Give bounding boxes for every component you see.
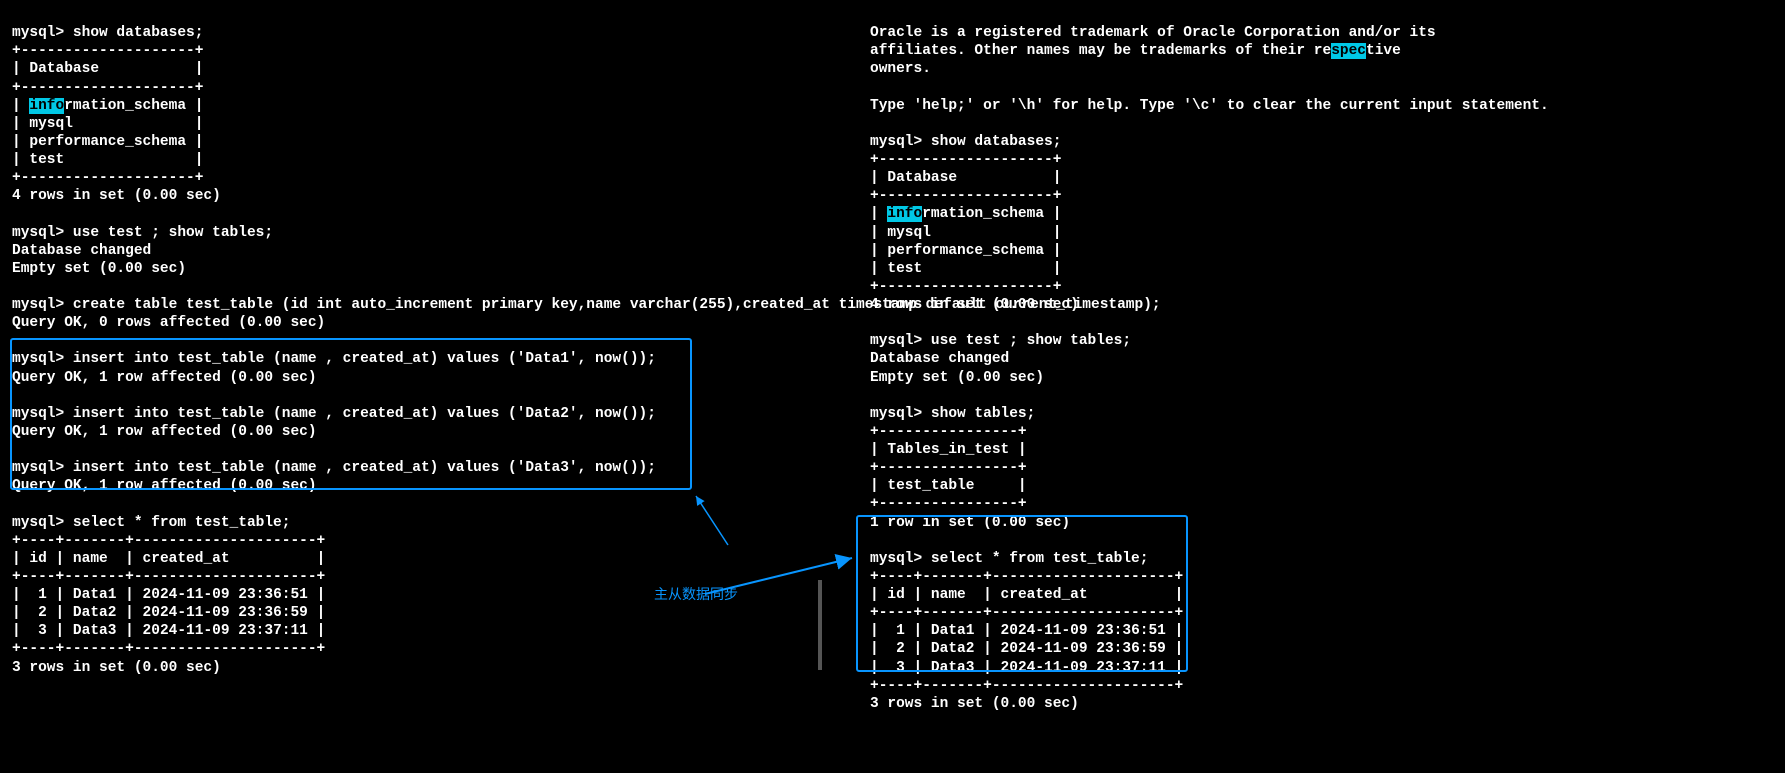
db-row: mysql — [29, 116, 73, 132]
db-header: Database — [887, 170, 957, 186]
banner-hl: spec — [1331, 43, 1366, 59]
prompt: mysql> — [12, 297, 64, 313]
db-row: performance_schema — [29, 134, 186, 150]
result-msg: 4 rows in set (0.00 sec) — [870, 297, 1079, 313]
result-msg: 4 rows in set (0.00 sec) — [12, 188, 221, 204]
annotation-label: 主从数据同步 — [654, 586, 738, 604]
cell: 2024-11-09 23:36:59 — [143, 605, 308, 621]
cmd-use-test: use test ; show tables; — [73, 225, 273, 241]
cell: Data1 — [73, 587, 117, 603]
result-msg: 3 rows in set (0.00 sec) — [870, 696, 1079, 712]
db-row: test — [887, 261, 922, 277]
highlight-box-right — [856, 515, 1188, 672]
cell: Data2 — [73, 605, 117, 621]
db-header: Database — [29, 61, 99, 77]
db-row: performance_schema — [887, 243, 1044, 259]
col-ts: created_at — [143, 551, 230, 567]
cell: Data3 — [73, 623, 117, 639]
tables-header: Tables_in_test — [887, 442, 1009, 458]
col-id: id — [29, 551, 46, 567]
prompt: mysql> — [12, 515, 64, 531]
db-row-rest: rmation_schema — [922, 206, 1044, 222]
highlight-box-left — [10, 338, 692, 490]
banner-line: owners. — [870, 61, 931, 77]
db-row-hl: info — [29, 98, 64, 114]
prompt: mysql> — [870, 333, 922, 349]
cmd-show-db: show databases; — [73, 25, 204, 41]
col-name: name — [73, 551, 108, 567]
help-line: Type 'help;' or '\h' for help. Type '\c'… — [870, 98, 1549, 114]
cell: 2 — [38, 605, 47, 621]
banner-line: Oracle is a registered trademark of Orac… — [870, 25, 1436, 41]
result-msg: 3 rows in set (0.00 sec) — [12, 660, 221, 676]
banner-line: affiliates. Other names may be trademark… — [870, 43, 1331, 59]
result-msg: Database changed — [870, 351, 1009, 367]
cell: 2024-11-09 23:37:11 — [143, 623, 308, 639]
prompt: mysql> — [12, 225, 64, 241]
result-msg: Query OK, 0 rows affected (0.00 sec) — [12, 315, 325, 331]
result-msg: Empty set (0.00 sec) — [12, 261, 186, 277]
cell: 3 — [38, 623, 47, 639]
banner-line: tive — [1366, 43, 1401, 59]
cell: 2024-11-09 23:36:51 — [143, 587, 308, 603]
cmd-show-tables: show tables; — [931, 406, 1035, 422]
db-row: mysql — [887, 225, 931, 241]
prompt: mysql> — [870, 134, 922, 150]
pane-divider[interactable] — [818, 580, 822, 670]
db-row-rest: rmation_schema — [64, 98, 186, 114]
db-row-hl: info — [887, 206, 922, 222]
result-msg: Empty set (0.00 sec) — [870, 370, 1044, 386]
cmd-use-test: use test ; show tables; — [931, 333, 1131, 349]
prompt: mysql> — [12, 25, 64, 41]
cmd-show-db: show databases; — [931, 134, 1062, 150]
table-row: test_table — [887, 478, 974, 494]
db-row: test — [29, 152, 64, 168]
cmd-select: select * from test_table; — [73, 515, 291, 531]
result-msg: Database changed — [12, 243, 151, 259]
prompt: mysql> — [870, 406, 922, 422]
cell: 1 — [38, 587, 47, 603]
